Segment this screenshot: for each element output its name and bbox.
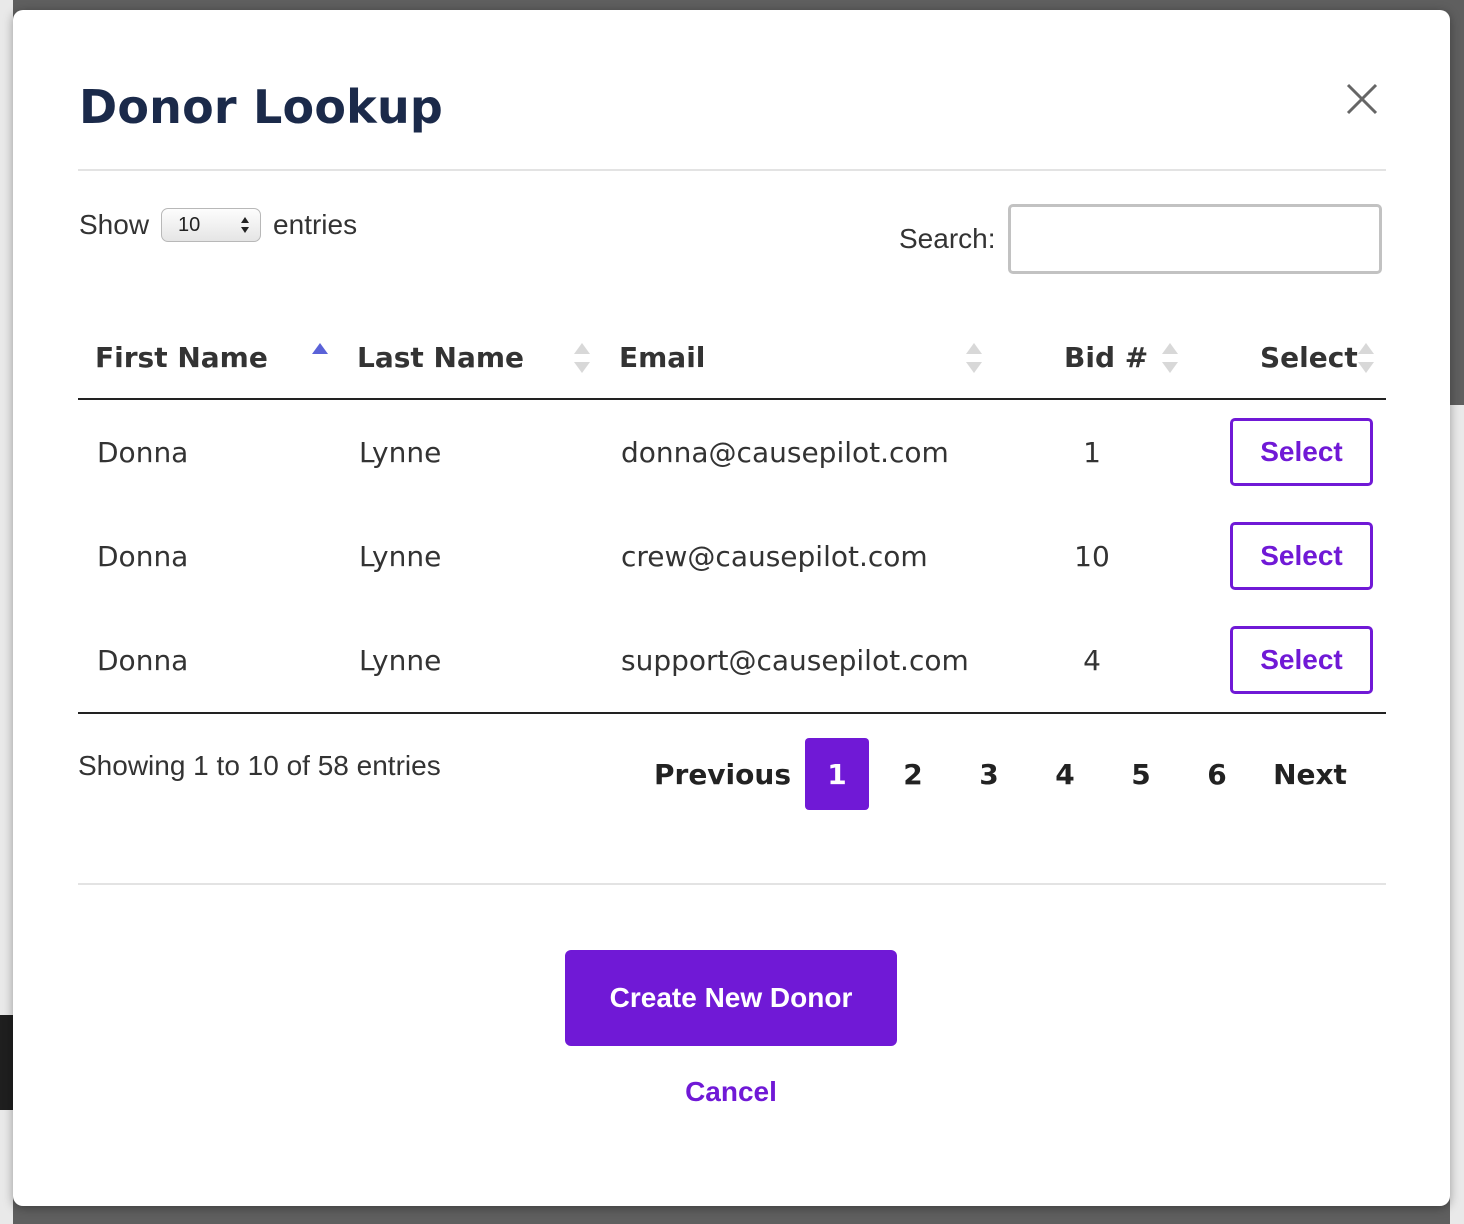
backdrop-dark-block	[0, 1015, 13, 1110]
length-prefix: Show	[79, 209, 150, 240]
cell-last-name: Lynne	[359, 539, 442, 573]
column-header-first-name[interactable]: First Name	[78, 316, 340, 400]
select-donor-button[interactable]: Select	[1230, 626, 1373, 694]
select-arrows-icon	[241, 217, 250, 233]
length-suffix: entries	[273, 209, 358, 240]
cell-email: support@causepilot.com	[602, 608, 994, 714]
cell-select: Select	[1190, 504, 1386, 608]
table-header-row: First Name Last Name Email Bid # Select	[78, 316, 1386, 400]
cell-last-name: Lynne	[340, 608, 602, 714]
cell-bid: 1	[1083, 435, 1101, 469]
pagination-page-6[interactable]: 6	[1185, 738, 1249, 810]
sort-both-icon	[574, 343, 590, 373]
cell-first-name: Donna	[97, 539, 189, 573]
cell-bid: 10	[1074, 539, 1110, 573]
pagination-page-2[interactable]: 2	[881, 738, 945, 810]
create-new-donor-button[interactable]: Create New Donor	[565, 950, 897, 1046]
close-button[interactable]	[1339, 76, 1385, 122]
search-filter: Search:	[899, 204, 1382, 274]
entries-select[interactable]: 10	[161, 208, 262, 242]
close-icon	[1346, 83, 1378, 115]
column-header-last-name[interactable]: Last Name	[340, 316, 602, 400]
length-menu: Show 10 entries	[79, 205, 357, 245]
pagination-page-3[interactable]: 3	[957, 738, 1021, 810]
column-header-email[interactable]: Email	[602, 316, 994, 400]
sort-ascending-icon	[312, 343, 328, 354]
column-header-bid[interactable]: Bid #	[994, 316, 1190, 400]
table-row: Donna Lynne crew@causepilot.com 10 Selec…	[78, 504, 1386, 608]
column-header-select[interactable]: Select	[1190, 316, 1386, 400]
cell-last-name: Lynne	[359, 435, 442, 469]
sort-both-icon	[1358, 343, 1374, 373]
header-divider	[78, 169, 1386, 171]
table-info: Showing 1 to 10 of 58 entries	[78, 750, 441, 781]
cancel-link[interactable]: Cancel	[565, 1076, 897, 1108]
sort-both-icon	[1162, 343, 1178, 373]
cell-first-name: Donna	[78, 608, 340, 714]
search-label: Search:	[899, 223, 996, 254]
pagination-next[interactable]: Next	[1267, 758, 1353, 791]
footer-divider	[78, 883, 1386, 885]
table-row: Donna Lynne support@causepilot.com 4 Sel…	[78, 608, 1386, 714]
pagination: Previous 1 2 3 4 5 6 Next	[640, 738, 1353, 810]
cell-email: crew@causepilot.com	[621, 539, 928, 573]
cell-select: Select	[1190, 399, 1386, 504]
cell-bid: 4	[994, 608, 1190, 714]
table-row: Donna Lynne donna@causepilot.com 1 Selec…	[78, 399, 1386, 504]
sort-both-icon	[966, 343, 982, 373]
pagination-page-4[interactable]: 4	[1033, 738, 1097, 810]
donor-table: First Name Last Name Email Bid # Select …	[78, 316, 1386, 714]
cell-select: Select	[1190, 608, 1386, 714]
search-input[interactable]	[1007, 204, 1382, 274]
donor-lookup-modal: Donor Lookup Show 10 entries Search: Fir…	[13, 10, 1450, 1206]
select-donor-button[interactable]: Select	[1230, 522, 1373, 590]
pagination-page-5[interactable]: 5	[1109, 738, 1173, 810]
select-donor-button[interactable]: Select	[1230, 418, 1373, 486]
pagination-previous[interactable]: Previous	[640, 758, 805, 791]
cell-email: donna@causepilot.com	[621, 435, 949, 469]
backdrop-page-right	[1450, 405, 1464, 1224]
cell-first-name: Donna	[97, 435, 189, 469]
pagination-page-1[interactable]: 1	[805, 738, 869, 810]
modal-title: Donor Lookup	[79, 80, 444, 134]
entries-select-value: 10	[178, 213, 201, 236]
